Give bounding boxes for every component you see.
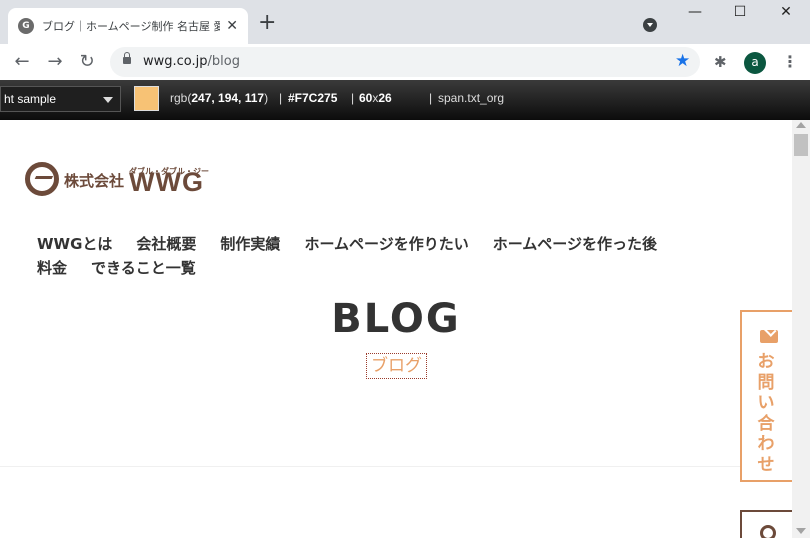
tab-search-icon[interactable]: [643, 18, 657, 32]
nav-item-services[interactable]: できること一覧: [91, 259, 196, 277]
kebab-menu-icon[interactable]: ⋮: [782, 52, 798, 71]
page-subtitle: ブログ: [366, 353, 427, 379]
mail-icon: [760, 330, 778, 343]
picker-mode-select[interactable]: ht sample: [0, 86, 121, 112]
close-tab-icon[interactable]: ✕: [226, 18, 238, 34]
separator: |: [429, 91, 433, 105]
rgb-values: 247, 194, 117: [191, 91, 265, 105]
page-title: BLOG: [331, 296, 461, 342]
rgb-prefix: rgb(: [170, 91, 192, 105]
wwg-logo-icon: [760, 525, 776, 538]
contact-button[interactable]: お問い合わせ: [740, 310, 792, 482]
extensions-icon[interactable]: ✱: [714, 53, 727, 71]
maximize-icon[interactable]: ☐: [717, 4, 763, 20]
wwg-logo-icon: [25, 162, 59, 196]
back-icon[interactable]: ←: [10, 50, 34, 74]
separator: |: [351, 91, 355, 105]
forward-icon[interactable]: →: [43, 50, 67, 74]
rgb-readout[interactable]: rgb(247, 194, 117): [170, 91, 268, 105]
picker-mode-value: ht sample: [4, 92, 57, 106]
hex-readout[interactable]: #F7C275: [288, 91, 337, 105]
close-window-icon[interactable]: ✕: [763, 4, 809, 20]
scroll-thumb[interactable]: [794, 134, 808, 156]
size-height: 26: [378, 91, 392, 105]
scroll-down-icon[interactable]: [796, 528, 806, 534]
browser-toolbar: ← → ↻ wwg.co.jp/blog ★ ✱ a ⋮: [0, 44, 810, 80]
color-picker-bar: ht sample rgb(247, 194, 117) | #F7C275 |…: [0, 80, 810, 120]
logo-ruby: ダブル・ダブル・ジー: [129, 167, 210, 176]
nav-item-about[interactable]: WWGとは: [37, 235, 112, 253]
nav-item-pricing[interactable]: 料金: [37, 259, 67, 277]
tab-title: ブログ｜ホームページ制作 名古屋 愛知: [42, 20, 221, 33]
address-bar[interactable]: wwg.co.jp/blog ★: [110, 47, 700, 77]
site-logo[interactable]: 株式会社 ダブル・ダブル・ジー WWG: [25, 156, 209, 196]
minimize-icon[interactable]: —: [672, 4, 718, 20]
nav-item-after-website[interactable]: ホームページを作った後: [493, 235, 657, 253]
selector-readout[interactable]: span.txt_org: [438, 91, 504, 105]
profile-avatar[interactable]: a: [744, 52, 766, 74]
size-readout[interactable]: 60x26: [359, 91, 392, 105]
color-swatch: [134, 86, 159, 111]
size-width: 60: [359, 91, 373, 105]
web-page: 株式会社 ダブル・ダブル・ジー WWG WWGとは 会社概要 制作実績 ホームページを…: [0, 120, 792, 538]
nav-item-company[interactable]: 会社概要: [136, 235, 196, 253]
active-tab[interactable]: G ブログ｜ホームページ制作 名古屋 愛知 ✕: [8, 8, 248, 44]
contact-label: お問い合わせ: [757, 352, 775, 475]
side-button[interactable]: [740, 510, 792, 538]
main-nav: WWGとは 会社概要 制作実績 ホームページを作りたい ホームページを作った後料金 できる…: [37, 232, 737, 280]
page-scrollbar[interactable]: [792, 120, 810, 538]
nav-item-works[interactable]: 制作実績: [220, 235, 280, 253]
rgb-suffix: ): [264, 91, 269, 105]
url-text[interactable]: wwg.co.jp/blog: [143, 54, 240, 69]
url-path: /blog: [207, 54, 240, 69]
bookmark-star-icon[interactable]: ★: [675, 51, 690, 71]
new-tab-icon[interactable]: +: [258, 12, 276, 34]
logo-name: ダブル・ダブル・ジー WWG: [129, 167, 209, 196]
lock-icon: [123, 52, 131, 64]
reload-icon[interactable]: ↻: [75, 50, 99, 74]
nav-item-want-website[interactable]: ホームページを作りたい: [304, 235, 468, 253]
hex-value: #F7C275: [288, 91, 338, 105]
separator: |: [279, 91, 283, 105]
tab-bar: G ブログ｜ホームページ制作 名古屋 愛知 ✕ + — ☐ ✕: [0, 0, 810, 44]
favicon-icon: G: [18, 18, 34, 34]
url-host: wwg.co.jp: [143, 54, 208, 69]
divider: [0, 466, 792, 467]
chevron-down-icon: [103, 97, 113, 103]
logo-company: 株式会社: [64, 172, 125, 190]
scroll-up-icon[interactable]: [796, 122, 806, 128]
